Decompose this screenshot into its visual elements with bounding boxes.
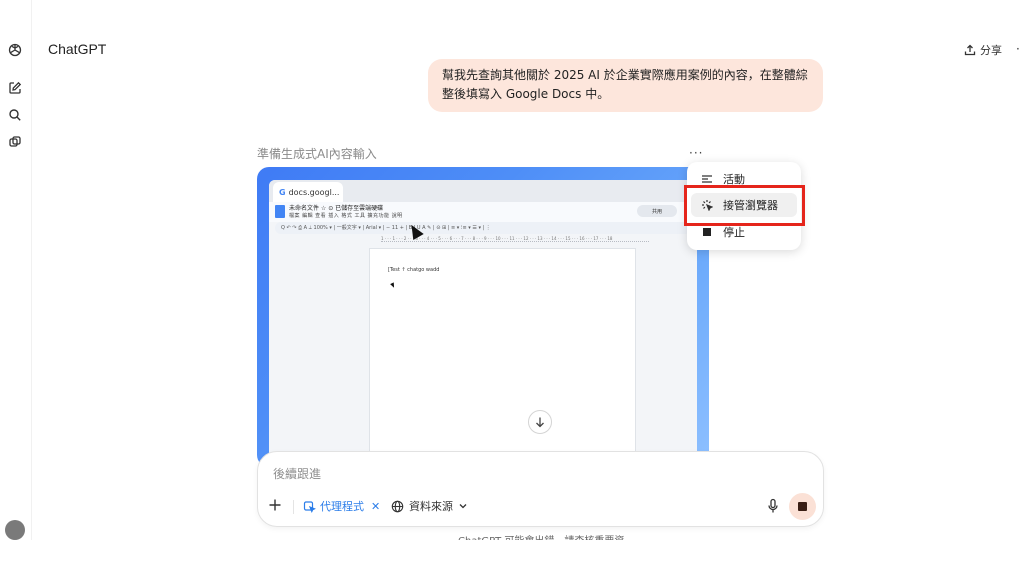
sidebar-rail bbox=[0, 0, 32, 540]
app-root: ChatGPT 分享 · 幫我先查詢其他關於 2025 AI 於企業實際應用案例… bbox=[0, 0, 1024, 576]
highlight-annotation-box bbox=[684, 185, 805, 226]
add-attachment-button[interactable] bbox=[268, 497, 282, 516]
doc-share-button[interactable]: 共用 bbox=[637, 205, 677, 217]
sources-dropdown[interactable]: 資料來源 bbox=[391, 498, 468, 514]
app-title[interactable]: ChatGPT bbox=[48, 41, 106, 57]
remove-agent-icon[interactable]: ✕ bbox=[371, 500, 380, 513]
browser-tab[interactable]: G docs.googl... bbox=[273, 182, 343, 202]
agent-status-text: 準備生成式AI內容輸入 bbox=[257, 147, 377, 161]
menu-item-label: 停止 bbox=[723, 226, 745, 239]
doc-menu-bar[interactable]: 檔案 編輯 查看 插入 格式 工具 擴充功能 說明 bbox=[289, 212, 403, 219]
more-options-button[interactable]: · bbox=[1016, 42, 1020, 56]
stop-generation-button[interactable] bbox=[789, 493, 816, 520]
plus-icon bbox=[269, 499, 281, 511]
agent-browser-preview[interactable]: G docs.googl... 未命名文件 ☆ ⊙ 已儲存至雲端硬碟 檔案 編輯… bbox=[257, 167, 709, 467]
doc-ruler: 1 · · · 1 · · · 2 · · · 3 · · · 4 · · · … bbox=[381, 236, 649, 242]
docs-header: 未命名文件 ☆ ⊙ 已儲存至雲端硬碟 檔案 編輯 查看 插入 格式 工具 擴充功… bbox=[269, 202, 697, 222]
composer-input[interactable]: 後續跟進 bbox=[273, 465, 321, 482]
doc-toolbar[interactable]: Q ↶ ↷ ⎙ A ⟂ 100% ▾ | 一般文字 ▾ | Arial ▾ | … bbox=[275, 222, 691, 234]
stop-square-icon bbox=[703, 228, 711, 236]
globe-icon bbox=[391, 500, 404, 512]
share-button[interactable]: 分享 bbox=[964, 42, 1002, 58]
doc-page[interactable]: [Test ↑ chatgo wadd bbox=[369, 248, 636, 467]
share-icon bbox=[964, 44, 976, 56]
browser-window: G docs.googl... 未命名文件 ☆ ⊙ 已儲存至雲端硬碟 檔案 編輯… bbox=[269, 180, 697, 467]
library-icon[interactable] bbox=[6, 133, 24, 151]
footer-disclaimer: ChatGPT 可能會出錯，請查核重要資訊。 bbox=[458, 532, 628, 540]
scroll-down-button[interactable] bbox=[528, 410, 552, 434]
search-icon[interactable] bbox=[6, 106, 24, 124]
sources-label: 資料來源 bbox=[409, 500, 453, 513]
chevron-down-icon bbox=[459, 504, 467, 509]
user-message-bubble: 幫我先查詢其他關於 2025 AI 於企業實際應用案例的內容，在整體綜整後填寫入… bbox=[428, 59, 823, 112]
openai-logo-icon[interactable] bbox=[6, 41, 24, 59]
arrow-down-icon bbox=[536, 417, 544, 428]
stop-icon bbox=[798, 502, 807, 511]
doc-page-text: [Test ↑ chatgo wadd bbox=[388, 267, 440, 273]
docs-logo-icon bbox=[275, 205, 285, 218]
microphone-button[interactable] bbox=[766, 497, 780, 515]
doc-title[interactable]: 未命名文件 ☆ ⊙ 已儲存至雲端硬碟 bbox=[289, 203, 383, 212]
microphone-icon bbox=[768, 498, 778, 513]
agent-more-button[interactable]: ··· bbox=[689, 146, 703, 160]
text-cursor-icon bbox=[390, 282, 396, 289]
agent-mode-label: 代理程式 bbox=[320, 500, 364, 513]
activity-icon bbox=[702, 175, 712, 183]
composer-divider bbox=[293, 500, 294, 514]
new-chat-icon[interactable] bbox=[6, 79, 24, 97]
composer: 後續跟進 代理程式 ✕ 資料來源 bbox=[257, 451, 824, 527]
agent-mode-chip[interactable]: 代理程式 ✕ bbox=[303, 498, 380, 514]
avatar[interactable] bbox=[5, 520, 25, 540]
google-logo-icon: G bbox=[279, 187, 286, 197]
browser-tabstrip: G docs.googl... bbox=[269, 180, 697, 202]
share-label: 分享 bbox=[980, 44, 1002, 57]
browser-tab-label: docs.googl... bbox=[288, 187, 340, 197]
agent-icon bbox=[303, 500, 316, 513]
